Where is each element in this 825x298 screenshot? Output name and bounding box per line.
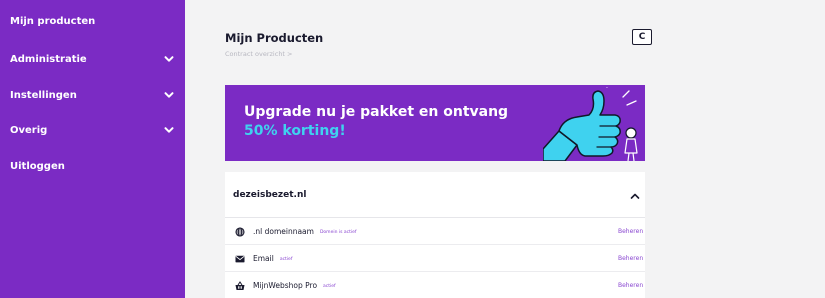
sidebar-item-label: Uitloggen bbox=[10, 160, 65, 172]
sidebar-item-uitloggen[interactable]: Uitloggen bbox=[0, 151, 185, 181]
beheren-link[interactable]: Beheren bbox=[618, 282, 643, 289]
beheren-link[interactable]: Beheren bbox=[618, 255, 643, 262]
banner-discount: 50% korting! bbox=[244, 123, 346, 139]
status-badge: actief bbox=[323, 284, 336, 289]
product-row: .nl domeinnaam Domein is actief Beheren bbox=[225, 218, 645, 245]
product-row: Email actief Beheren bbox=[225, 245, 645, 272]
chevron-down-icon bbox=[164, 56, 174, 62]
chevron-down-icon bbox=[164, 127, 174, 133]
chevron-up-icon[interactable] bbox=[630, 192, 640, 200]
product-row: MijnWebshop Pro actief Beheren bbox=[225, 272, 645, 298]
sidebar-item-mijn-producten[interactable]: Mijn producten bbox=[0, 6, 185, 36]
domain-name: dezeisbezet.nl bbox=[233, 190, 307, 200]
status-badge: actief bbox=[279, 257, 293, 262]
beheren-link[interactable]: Beheren bbox=[618, 228, 643, 235]
thumbs-up-icon bbox=[543, 87, 638, 161]
shop-basket-icon bbox=[235, 281, 245, 290]
breadcrumb-contract-overzicht[interactable]: Contract overzicht > bbox=[225, 50, 293, 58]
sidebar-item-label: Administratie bbox=[10, 53, 87, 65]
sidebar-item-instellingen[interactable]: Instellingen bbox=[0, 80, 185, 110]
upgrade-banner[interactable]: Upgrade nu je pakket en ontvang 50% kort… bbox=[225, 85, 645, 161]
app-root: Mijn producten Administratie Instellinge… bbox=[0, 0, 825, 298]
globe-icon bbox=[235, 227, 245, 237]
domain-card-header[interactable]: dezeisbezet.nl bbox=[225, 172, 645, 218]
product-name: .nl domeinnaam bbox=[253, 227, 314, 236]
product-name: Email bbox=[253, 254, 274, 263]
product-name: MijnWebshop Pro bbox=[253, 281, 318, 290]
envelope-icon bbox=[235, 255, 245, 263]
sidebar-item-label: Overig bbox=[10, 124, 48, 136]
sidebar-item-overig[interactable]: Overig bbox=[0, 115, 185, 145]
sidebar-item-label: Mijn producten bbox=[10, 15, 96, 27]
page-title: Mijn Producten bbox=[225, 31, 324, 45]
product-label: .nl domeinnaam Domein is actief bbox=[253, 227, 357, 236]
top-right-button[interactable]: C bbox=[632, 29, 652, 45]
sidebar-item-administratie[interactable]: Administratie bbox=[0, 44, 185, 74]
status-badge: Domein is actief bbox=[319, 230, 357, 235]
banner-headline: Upgrade nu je pakket en ontvang bbox=[244, 104, 509, 120]
domain-card: dezeisbezet.nl .nl domeinnaam Domein is a… bbox=[225, 172, 645, 298]
chevron-down-icon bbox=[164, 92, 174, 98]
sidebar: Mijn producten Administratie Instellinge… bbox=[0, 0, 185, 298]
product-label: MijnWebshop Pro actief bbox=[253, 281, 336, 290]
sidebar-item-label: Instellingen bbox=[10, 89, 77, 101]
product-label: Email actief bbox=[253, 254, 292, 263]
